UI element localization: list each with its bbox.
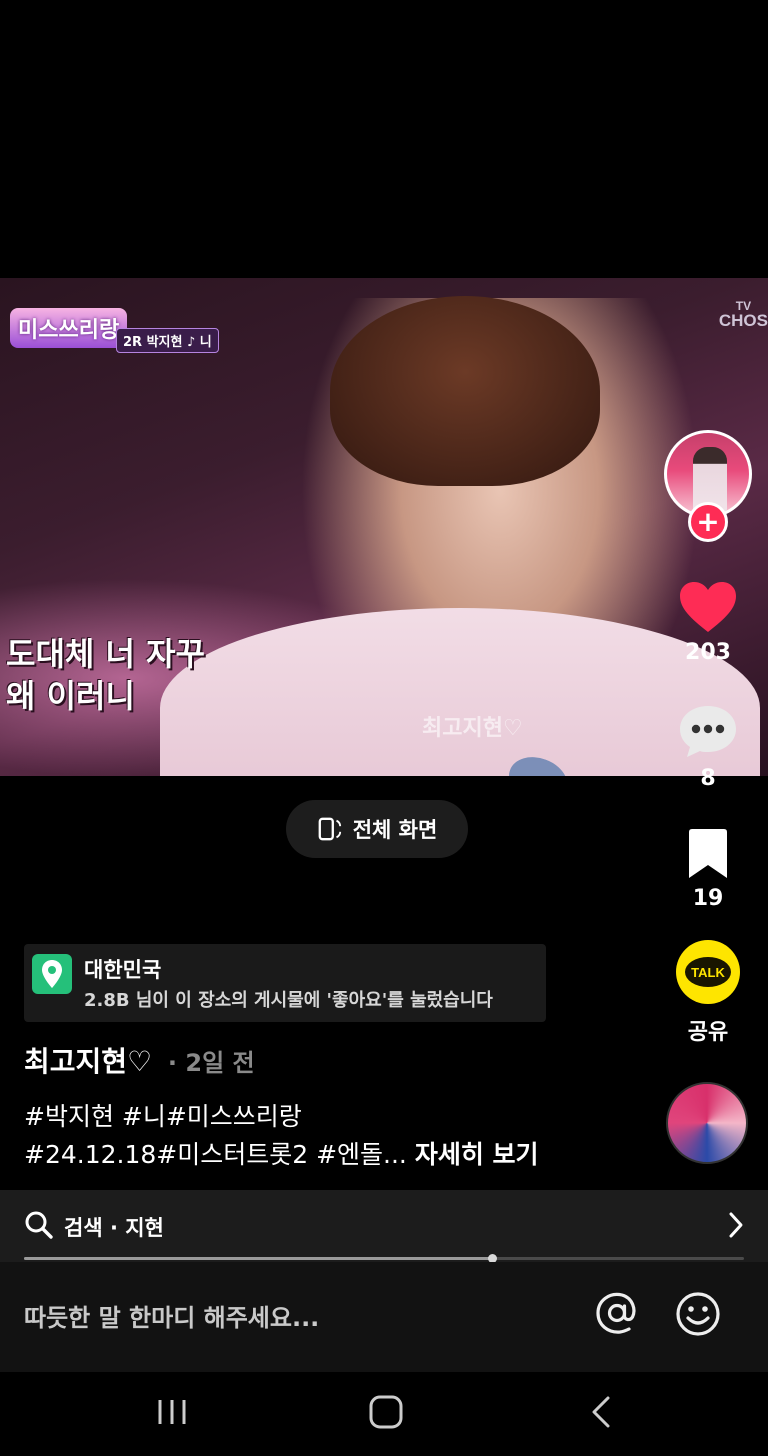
creator-avatar-group[interactable]: + bbox=[664, 430, 752, 542]
post-description[interactable]: #박지현 #니#미스쓰리랑 #24.12.18#미스터트롯2 #엔돌... 자세… bbox=[24, 1098, 644, 1174]
singer-hair bbox=[330, 296, 600, 486]
comment-input[interactable]: 따듯한 말 한마디 해주세요... bbox=[24, 1298, 319, 1333]
comment-count: 8 bbox=[700, 766, 716, 791]
fullscreen-button[interactable]: 전체 화면 bbox=[286, 800, 468, 858]
comment-button[interactable]: 8 bbox=[664, 702, 752, 791]
location-card[interactable]: 대한민국 2.8B 님이 이 장소의 게시물에 '좋아요'를 눌렀습니다 bbox=[24, 944, 546, 1022]
video-watermark: 최고지현♡ bbox=[422, 716, 523, 741]
chevron-right-icon bbox=[729, 1212, 743, 1238]
post-author-line: 최고지현♡ · 2일 전 bbox=[24, 1040, 255, 1080]
emoji-icon[interactable] bbox=[672, 1288, 724, 1340]
kakaotalk-icon: TALK bbox=[676, 940, 740, 1004]
music-disc-icon[interactable] bbox=[666, 1082, 748, 1164]
search-icon bbox=[25, 1211, 53, 1239]
see-more-link[interactable]: 자세히 보기 bbox=[415, 1140, 539, 1169]
mention-icon[interactable] bbox=[592, 1288, 642, 1338]
like-button[interactable]: 203 bbox=[664, 580, 752, 665]
comment-bubble-icon bbox=[680, 706, 736, 757]
related-search-bar[interactable]: 검색 · 지현 bbox=[0, 1190, 768, 1262]
fullscreen-rotate-icon bbox=[318, 817, 341, 841]
show-tag: 2R 박지현 ♪ 니 bbox=[116, 328, 219, 353]
location-subtitle: 2.8B 님이 이 장소의 게시물에 '좋아요'를 눌렀습니다 bbox=[84, 990, 493, 1011]
post-time: · 2일 전 bbox=[167, 1049, 255, 1077]
video-player[interactable]: 미스쓰리랑 2R 박지현 ♪ 니 TV CHOS 도대체 너 자꾸 왜 이러니 … bbox=[0, 278, 768, 776]
comment-bar[interactable]: 따듯한 말 한마디 해주세요... bbox=[0, 1262, 768, 1372]
location-title: 대한민국 bbox=[84, 958, 162, 982]
recent-apps-icon[interactable] bbox=[152, 1394, 192, 1430]
back-icon[interactable] bbox=[584, 1394, 620, 1430]
bookmark-icon bbox=[689, 829, 727, 878]
video-progress-bar[interactable] bbox=[24, 1254, 744, 1263]
desc-line-2: #24.12.18#미스터트롯2 #엔돌... 자세히 보기 bbox=[24, 1140, 539, 1169]
home-icon[interactable] bbox=[366, 1394, 406, 1430]
search-label: 검색 · 지현 bbox=[64, 1216, 164, 1240]
bookmark-button[interactable]: 19 bbox=[664, 828, 752, 911]
share-button[interactable]: TALK 공유 bbox=[664, 940, 752, 1046]
share-label: 공유 bbox=[687, 1020, 729, 1045]
bookmark-count: 19 bbox=[692, 886, 724, 911]
location-pin-icon bbox=[32, 954, 72, 994]
desc-line-1: #박지현 #니#미스쓰리랑 bbox=[24, 1102, 302, 1131]
system-navigation-bar bbox=[0, 1372, 768, 1456]
progress-fill bbox=[24, 1257, 492, 1260]
video-subtitle: 도대체 너 자꾸 왜 이러니 bbox=[6, 635, 205, 715]
broadcaster-logo: TV CHOS bbox=[718, 299, 768, 330]
heart-icon bbox=[680, 582, 736, 632]
author-name[interactable]: 최고지현♡ bbox=[24, 1045, 152, 1078]
fullscreen-label: 전체 화면 bbox=[352, 818, 438, 842]
show-logo: 미스쓰리랑 bbox=[10, 308, 128, 348]
follow-button[interactable]: + bbox=[688, 502, 728, 542]
like-count: 203 bbox=[685, 640, 731, 665]
